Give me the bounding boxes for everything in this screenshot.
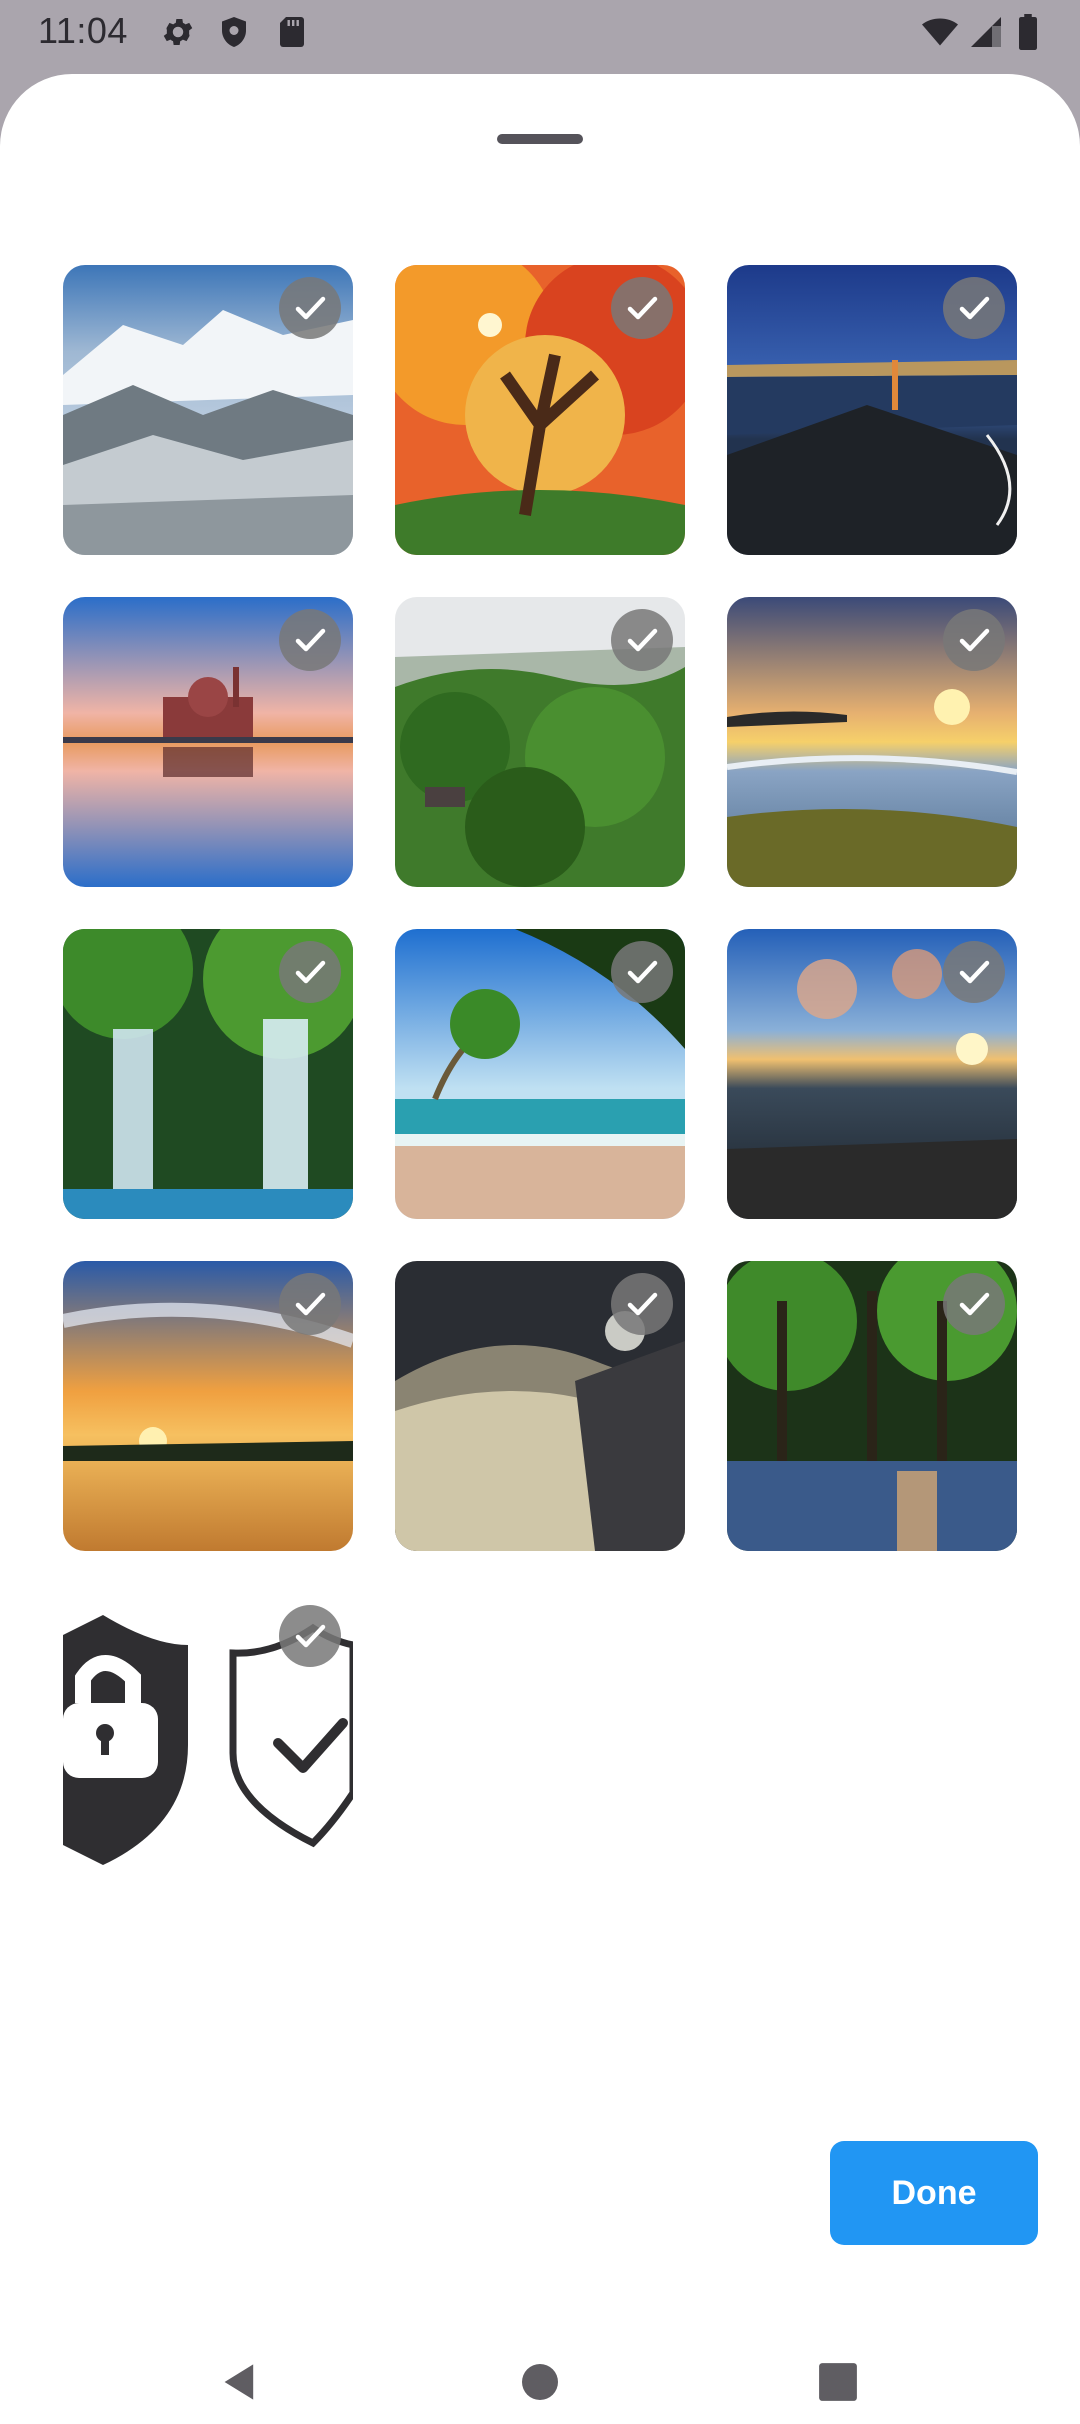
- selected-check-icon[interactable]: [279, 609, 341, 671]
- bottom-sheet: Done: [0, 74, 1080, 2424]
- sd-card-icon: [274, 14, 310, 50]
- gallery-item-sunset-coast[interactable]: [727, 597, 1017, 887]
- selected-check-icon[interactable]: [279, 277, 341, 339]
- selected-check-icon[interactable]: [611, 277, 673, 339]
- gallery-item-autumn-tree[interactable]: [395, 265, 685, 555]
- gallery-item-swamp-forest[interactable]: [727, 1261, 1017, 1551]
- selected-check-icon[interactable]: [611, 609, 673, 671]
- gallery-item-tropical-beach[interactable]: [395, 929, 685, 1219]
- selected-check-icon[interactable]: [611, 1273, 673, 1335]
- gallery-item-golden-gate-night[interactable]: [727, 265, 1017, 555]
- gallery-item-green-forest[interactable]: [395, 597, 685, 887]
- gallery-item-waterfall[interactable]: [63, 929, 353, 1219]
- selected-check-icon[interactable]: [943, 277, 1005, 339]
- status-time: 11:04: [38, 10, 128, 51]
- recents-icon[interactable]: [778, 2322, 898, 2424]
- selected-check-icon[interactable]: [943, 609, 1005, 671]
- selected-check-icon[interactable]: [611, 941, 673, 1003]
- back-icon[interactable]: [180, 2322, 300, 2424]
- settings-icon: [160, 14, 196, 50]
- selected-check-icon[interactable]: [279, 1605, 341, 1667]
- battery-icon: [1018, 14, 1042, 50]
- gallery-item-desert-dunes[interactable]: [395, 1261, 685, 1551]
- gallery-item-security-shields[interactable]: [63, 1593, 353, 1883]
- signal-icon: [968, 14, 1004, 50]
- drag-handle[interactable]: [497, 134, 583, 144]
- selected-check-icon[interactable]: [943, 1273, 1005, 1335]
- selected-check-icon[interactable]: [279, 941, 341, 1003]
- selected-check-icon[interactable]: [279, 1273, 341, 1335]
- navigation-bar: [0, 2322, 1080, 2424]
- home-icon[interactable]: [480, 2322, 600, 2424]
- gallery-item-rocky-shore-sunset[interactable]: [727, 929, 1017, 1219]
- selected-check-icon[interactable]: [943, 941, 1005, 1003]
- wifi-icon: [920, 14, 964, 50]
- gallery-item-orange-sky-lake[interactable]: [63, 1261, 353, 1551]
- gallery-item-snowy-mountains[interactable]: [63, 265, 353, 555]
- status-bar: 11:04: [0, 0, 1080, 66]
- done-button[interactable]: Done: [830, 2141, 1038, 2245]
- shield-icon: [216, 14, 252, 50]
- gallery-item-mosque-reflection[interactable]: [63, 597, 353, 887]
